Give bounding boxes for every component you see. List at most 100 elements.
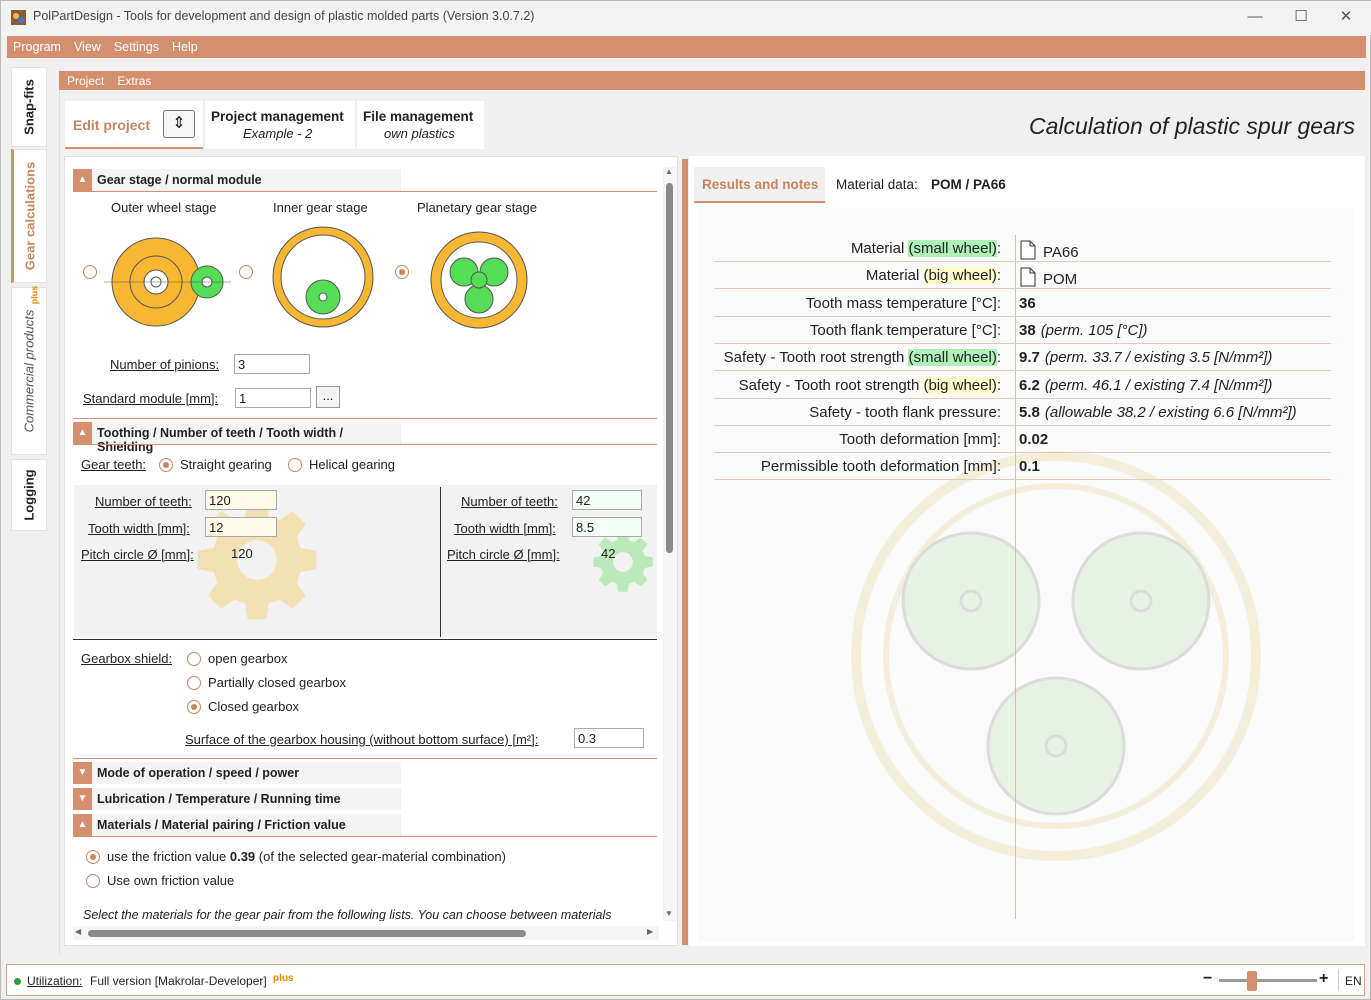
- left-width-input[interactable]: 12: [205, 517, 277, 537]
- tab-project-management[interactable]: Project management Example - 2: [205, 101, 355, 149]
- friction-own-radio[interactable]: [86, 874, 100, 888]
- friction-prefix: use the friction value: [107, 849, 230, 864]
- chevron-up-icon[interactable]: ▲: [73, 422, 92, 444]
- tab-commercial-products[interactable]: Commercial products plus: [11, 285, 47, 455]
- utilization-label[interactable]: Utilization:: [27, 974, 82, 988]
- file-icon[interactable]: [1019, 267, 1037, 287]
- divider: [440, 487, 441, 637]
- module-input[interactable]: 1: [235, 388, 311, 408]
- left-width-label: Tooth width [mm]:: [88, 521, 190, 536]
- section-materials[interactable]: ▲ Materials / Material pairing / Friction…: [73, 814, 401, 836]
- tab-commercial-label: Commercial products: [21, 309, 37, 433]
- chevron-up-icon[interactable]: ▲: [73, 814, 92, 836]
- result-label-colon: :: [996, 349, 1001, 367]
- maximize-button[interactable]: ☐: [1278, 1, 1324, 33]
- result-label-text: Tooth flank temperature [°C]:: [809, 321, 1001, 339]
- divider: [73, 758, 657, 759]
- result-row: Safety - Tooth root strength (big wheel)…: [714, 372, 1331, 399]
- tab-edit-project[interactable]: Edit project ⇕: [65, 101, 203, 149]
- panel-splitter[interactable]: [682, 159, 688, 945]
- tab-material-data[interactable]: Material data: POM / PA66: [827, 167, 1021, 203]
- shield-open-radio[interactable]: [187, 652, 201, 666]
- scroll-left-icon[interactable]: ◀: [75, 927, 81, 936]
- straight-gearing-radio[interactable]: [159, 458, 173, 472]
- result-row: Material (small wheel): PA66: [714, 235, 1331, 262]
- result-value-number: 38: [1019, 321, 1036, 339]
- tab-results-notes[interactable]: Results and notes: [694, 167, 825, 203]
- tab-logging[interactable]: Logging: [11, 459, 47, 531]
- vertical-scrollbar-thumb[interactable]: [666, 183, 673, 553]
- result-label: Material (small wheel):: [851, 240, 1001, 257]
- plus-badge: plus: [29, 285, 40, 305]
- language-selector[interactable]: EN: [1345, 974, 1362, 988]
- shield-closed-radio[interactable]: [187, 700, 201, 714]
- chevron-down-icon[interactable]: ▼: [73, 788, 92, 810]
- friction-selected-radio[interactable]: [86, 850, 100, 864]
- scroll-up-icon[interactable]: ▲: [665, 167, 673, 176]
- horizontal-scrollbar[interactable]: ◀ ▶: [73, 926, 659, 940]
- result-label: Safety - Tooth root strength (big wheel)…: [739, 376, 1001, 394]
- menu-view[interactable]: View: [68, 36, 108, 54]
- surface-input[interactable]: 0.3: [574, 728, 644, 748]
- pinions-input[interactable]: 3: [234, 354, 310, 374]
- zoom-slider-thumb[interactable]: [1247, 971, 1257, 991]
- zoom-in-button[interactable]: +: [1319, 970, 1328, 988]
- stage-outer-label: Outer wheel stage: [111, 200, 217, 215]
- material-data-label: Material data:: [836, 177, 918, 192]
- material-data-value: POM / PA66: [931, 177, 1006, 192]
- menu-help[interactable]: Help: [166, 36, 205, 54]
- shield-partial-radio[interactable]: [187, 676, 201, 690]
- minimize-button[interactable]: —: [1232, 1, 1278, 33]
- tab-file-management[interactable]: File management own plastics: [357, 101, 484, 149]
- stage-outer-radio[interactable]: [83, 265, 97, 279]
- tab-gear-calculations[interactable]: Gear calculations: [11, 149, 47, 283]
- result-value-number: 0.1: [1019, 458, 1040, 476]
- menu-settings[interactable]: Settings: [108, 36, 166, 54]
- scroll-down-icon[interactable]: ▼: [665, 909, 673, 918]
- module-browse-button[interactable]: ...: [316, 386, 340, 408]
- section-mode-label: Mode of operation / speed / power: [97, 766, 300, 780]
- result-label-text: Permissible tooth deformation [mm]:: [760, 458, 1001, 476]
- menu-program[interactable]: Program: [7, 36, 68, 54]
- divider: [73, 191, 657, 192]
- result-extra: (perm. 105 [°C]): [1040, 321, 1148, 339]
- left-teeth-input[interactable]: 120: [205, 490, 277, 510]
- result-value-number: 0.02: [1019, 431, 1049, 449]
- chevron-down-icon[interactable]: ▼: [73, 762, 92, 784]
- outer-wheel-stage-image[interactable]: [104, 217, 231, 344]
- result-value-text: POM: [1043, 271, 1078, 289]
- section-mode-of-operation[interactable]: ▼ Mode of operation / speed / power: [73, 762, 401, 784]
- chevron-up-icon[interactable]: ▲: [73, 169, 92, 191]
- tab-snap-fits[interactable]: Snap-fits: [11, 67, 47, 147]
- right-width-input[interactable]: 8.5: [572, 517, 642, 537]
- vertical-scrollbar[interactable]: ▲ ▼: [663, 167, 677, 921]
- result-label: Safety - tooth flank pressure:: [809, 404, 1001, 421]
- tab-snap-fits-label: Snap-fits: [21, 79, 37, 135]
- zoom-out-button[interactable]: −: [1203, 970, 1212, 988]
- wheel-highlight: (small wheel): [908, 349, 997, 367]
- plus-badge: plus: [273, 973, 294, 984]
- gear-watermark-icon: [593, 532, 653, 592]
- result-label: Tooth flank temperature [°C]:: [810, 322, 1001, 339]
- planetary-gear-stage-image[interactable]: [416, 217, 543, 344]
- helical-gearing-radio[interactable]: [288, 458, 302, 472]
- horizontal-scrollbar-thumb[interactable]: [88, 930, 526, 937]
- file-icon[interactable]: [1019, 240, 1037, 260]
- close-button[interactable]: ✕: [1323, 1, 1369, 33]
- submenu-project[interactable]: Project: [59, 71, 109, 88]
- stage-inner-radio[interactable]: [239, 265, 253, 279]
- result-label-text: Material: [865, 267, 924, 285]
- scroll-right-icon[interactable]: ▶: [647, 927, 653, 936]
- updown-arrow-icon[interactable]: ⇕: [163, 110, 195, 138]
- zoom-slider[interactable]: [1219, 979, 1317, 982]
- status-dot-icon: [14, 978, 21, 985]
- section-gear-stage[interactable]: ▲ Gear stage / normal module: [73, 169, 401, 191]
- result-value: PA66: [1019, 240, 1079, 261]
- section-lubrication[interactable]: ▼ Lubrication / Temperature / Running tim…: [73, 788, 401, 810]
- submenu-extras[interactable]: Extras: [109, 71, 156, 88]
- stage-planetary-radio[interactable]: [395, 265, 409, 279]
- inner-gear-stage-image[interactable]: [260, 217, 387, 344]
- section-toothing[interactable]: ▲ Toothing / Number of teeth / Tooth widt…: [73, 422, 401, 454]
- right-teeth-input[interactable]: 42: [572, 490, 642, 510]
- result-label-text: Material: [850, 240, 909, 257]
